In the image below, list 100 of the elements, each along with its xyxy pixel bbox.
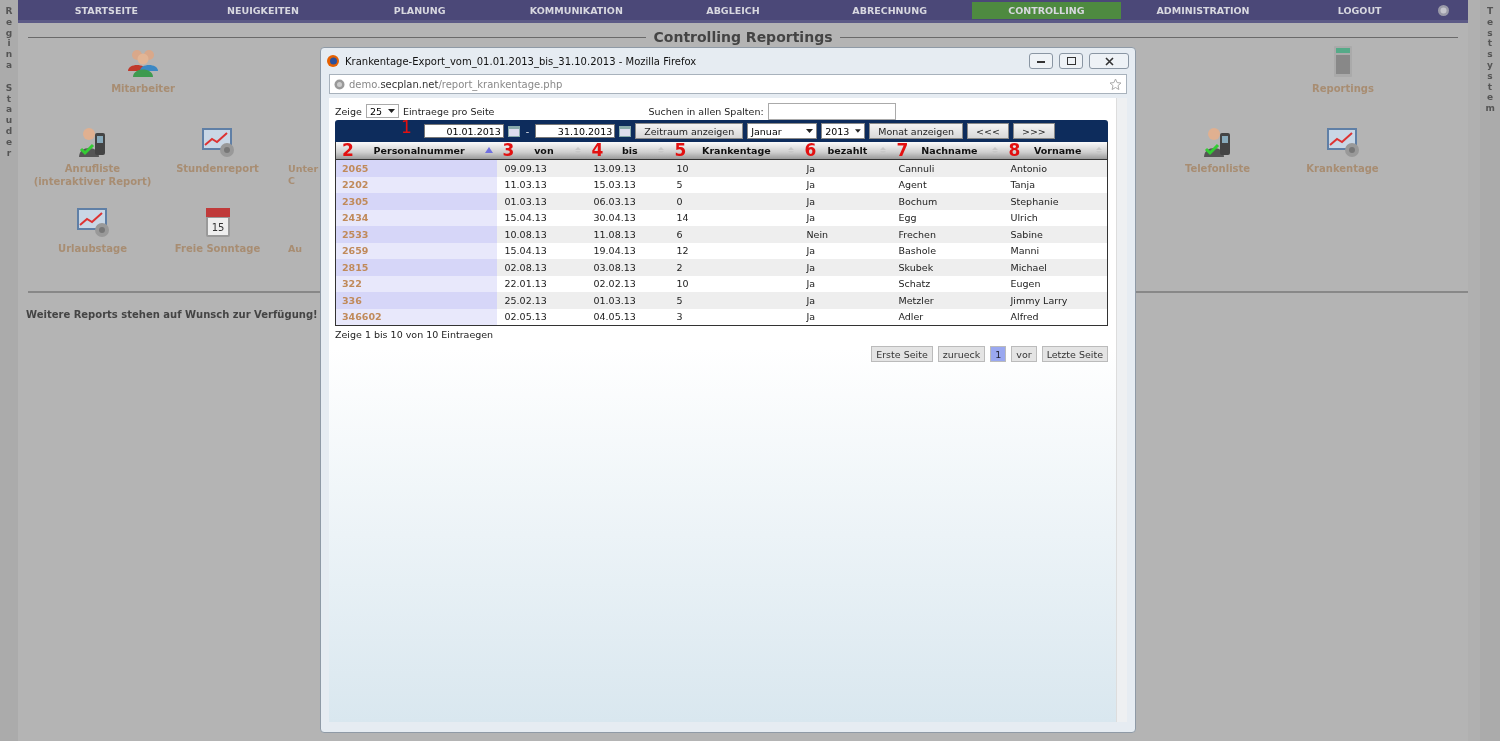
date-from-field[interactable]: 01.01.2013 — [423, 124, 504, 138]
page-button[interactable]: Letzte Seite — [1041, 346, 1108, 362]
maximize-button[interactable] — [1059, 53, 1083, 69]
page-button[interactable]: zurueck — [937, 346, 986, 362]
search-field[interactable] — [767, 102, 896, 120]
range-button[interactable]: Zeitraum anzeigen — [635, 123, 744, 139]
annotation-number: 2 — [342, 142, 354, 159]
table-cell: Jimmy Larry — [1010, 294, 1068, 306]
page-button[interactable]: vor — [1011, 346, 1037, 362]
page-button[interactable]: 1 — [990, 346, 1007, 362]
month-button[interactable]: Monat anzeigen — [869, 123, 964, 139]
table-cell: 01.03.13 — [504, 195, 547, 207]
caret-icon — [855, 129, 862, 133]
table-cell: Alfred — [1010, 311, 1039, 323]
table-cell: 02.05.13 — [504, 311, 547, 323]
table-cell: 10.08.13 — [504, 228, 547, 240]
year-select[interactable]: 2013 — [821, 123, 866, 139]
column-header[interactable]: Nachname — [912, 145, 987, 156]
previous-button[interactable]: <<< — [967, 123, 1009, 139]
table-cell: 15.04.13 — [504, 245, 547, 257]
column-header[interactable]: Krankentage — [690, 145, 783, 156]
table-cell: Cannuli — [898, 162, 935, 174]
page-title: Controlling Reportings — [653, 29, 833, 45]
table-info: Zeige 1 bis 10 von 10 Eintraegen — [335, 329, 495, 340]
nav-item[interactable]: KOMMUNIKATION — [502, 1, 651, 19]
scrollbar[interactable] — [1116, 98, 1127, 722]
nav-item[interactable]: ABRECHNUNG — [815, 1, 964, 19]
chart-monitor-icon — [74, 205, 111, 239]
table-cell: 6 — [676, 228, 683, 240]
column-header[interactable]: Personalnummer — [357, 145, 481, 156]
nav-item[interactable]: STARTSEITE — [32, 1, 181, 19]
scrollbar[interactable] — [1468, 0, 1480, 741]
star-icon[interactable] — [1109, 77, 1122, 91]
annotation-number: 4 — [591, 142, 604, 159]
annotation-number: 8 — [1008, 142, 1021, 159]
nav-item[interactable]: PLANUNG — [345, 1, 494, 19]
next-button[interactable]: >>> — [1012, 123, 1055, 139]
calendar-icon[interactable] — [507, 125, 520, 137]
table-cell: 3 — [676, 311, 683, 323]
table-cell: Antonio — [1010, 162, 1048, 174]
caret-icon — [806, 129, 814, 133]
table-cell: Ja — [806, 294, 816, 306]
table-cell: Nein — [806, 228, 829, 240]
close-icon — [1104, 56, 1114, 66]
table-cell: Ja — [806, 212, 816, 224]
table-cell: Bashole — [898, 245, 937, 257]
address-bar[interactable]: demo.secplan.net/report_krankentage.php — [329, 74, 1127, 94]
table-cell: Schatz — [898, 278, 931, 290]
table-cell: Ja — [806, 278, 816, 290]
help-icon[interactable] — [1438, 4, 1449, 16]
close-button[interactable] — [1089, 53, 1129, 69]
month-select[interactable]: Januar — [747, 123, 818, 139]
annotation-number: 5 — [674, 142, 687, 159]
table-cell: Sabine — [1010, 228, 1043, 240]
table-cell: 0 — [676, 195, 683, 207]
table-cell: 02.02.13 — [593, 278, 636, 290]
table-cell: 15.04.13 — [504, 212, 547, 224]
table-cell: 30.04.13 — [593, 212, 636, 224]
table-cell: Metzler — [898, 294, 934, 306]
table-cell: 10 — [676, 278, 689, 290]
table-cell: 06.03.13 — [593, 195, 636, 207]
table-cell: 14 — [676, 212, 689, 224]
length-label: Eintraege pro Seite — [402, 105, 495, 117]
minimize-icon — [1037, 59, 1045, 63]
page-button[interactable]: Erste Seite — [871, 346, 933, 362]
table-cell: Skubek — [898, 261, 934, 273]
calendar-icon[interactable] — [619, 125, 632, 137]
annotation-number: 1 — [401, 119, 412, 136]
table-cell: 11.08.13 — [593, 228, 636, 240]
column-header[interactable]: bezahlt — [820, 145, 875, 156]
column-header[interactable]: von — [518, 145, 570, 156]
table-cell: Michael — [1010, 261, 1047, 273]
length-label: Zeige — [335, 105, 362, 117]
table-cell: Frechen — [898, 228, 936, 240]
browser-logo-icon — [327, 55, 339, 67]
url-text: demo.secplan.net/report_krankentage.php — [349, 78, 564, 90]
table-cell: 2 — [676, 261, 683, 273]
nav-item[interactable]: ADMINISTRATION — [1128, 1, 1278, 19]
column-header[interactable]: Vorname — [1024, 145, 1091, 156]
nav-item[interactable]: NEUIGKEITEN — [188, 1, 338, 19]
table-cell: Adler — [898, 311, 924, 323]
user-name: Stauder — [4, 82, 14, 159]
table-cell: 25.02.13 — [504, 294, 547, 306]
date-to-field[interactable]: 31.10.2013 — [535, 124, 616, 138]
table-cell: 01.03.13 — [593, 294, 636, 306]
caret-icon — [387, 109, 395, 113]
date-separator: - — [525, 125, 530, 137]
footer-note: Weitere Reports stehen auf Wunsch zur Verfügung! — [26, 309, 318, 320]
table-cell: Ja — [806, 195, 816, 207]
nav-item[interactable]: ABGLEICH — [658, 1, 808, 19]
annotation-number: 7 — [896, 142, 909, 159]
system-label: Testsystem — [1485, 6, 1495, 114]
column-header[interactable]: bis — [607, 145, 653, 156]
table-cell: 5 — [676, 179, 683, 191]
table-cell: Ulrich — [1010, 212, 1038, 224]
page-length-select[interactable]: 25 — [365, 104, 399, 118]
maximize-icon — [1066, 57, 1076, 65]
nav-item[interactable]: LOGOUT — [1285, 1, 1434, 19]
search-label: Suchen in allen Spalten: — [648, 105, 764, 117]
minimize-button[interactable] — [1029, 53, 1053, 69]
